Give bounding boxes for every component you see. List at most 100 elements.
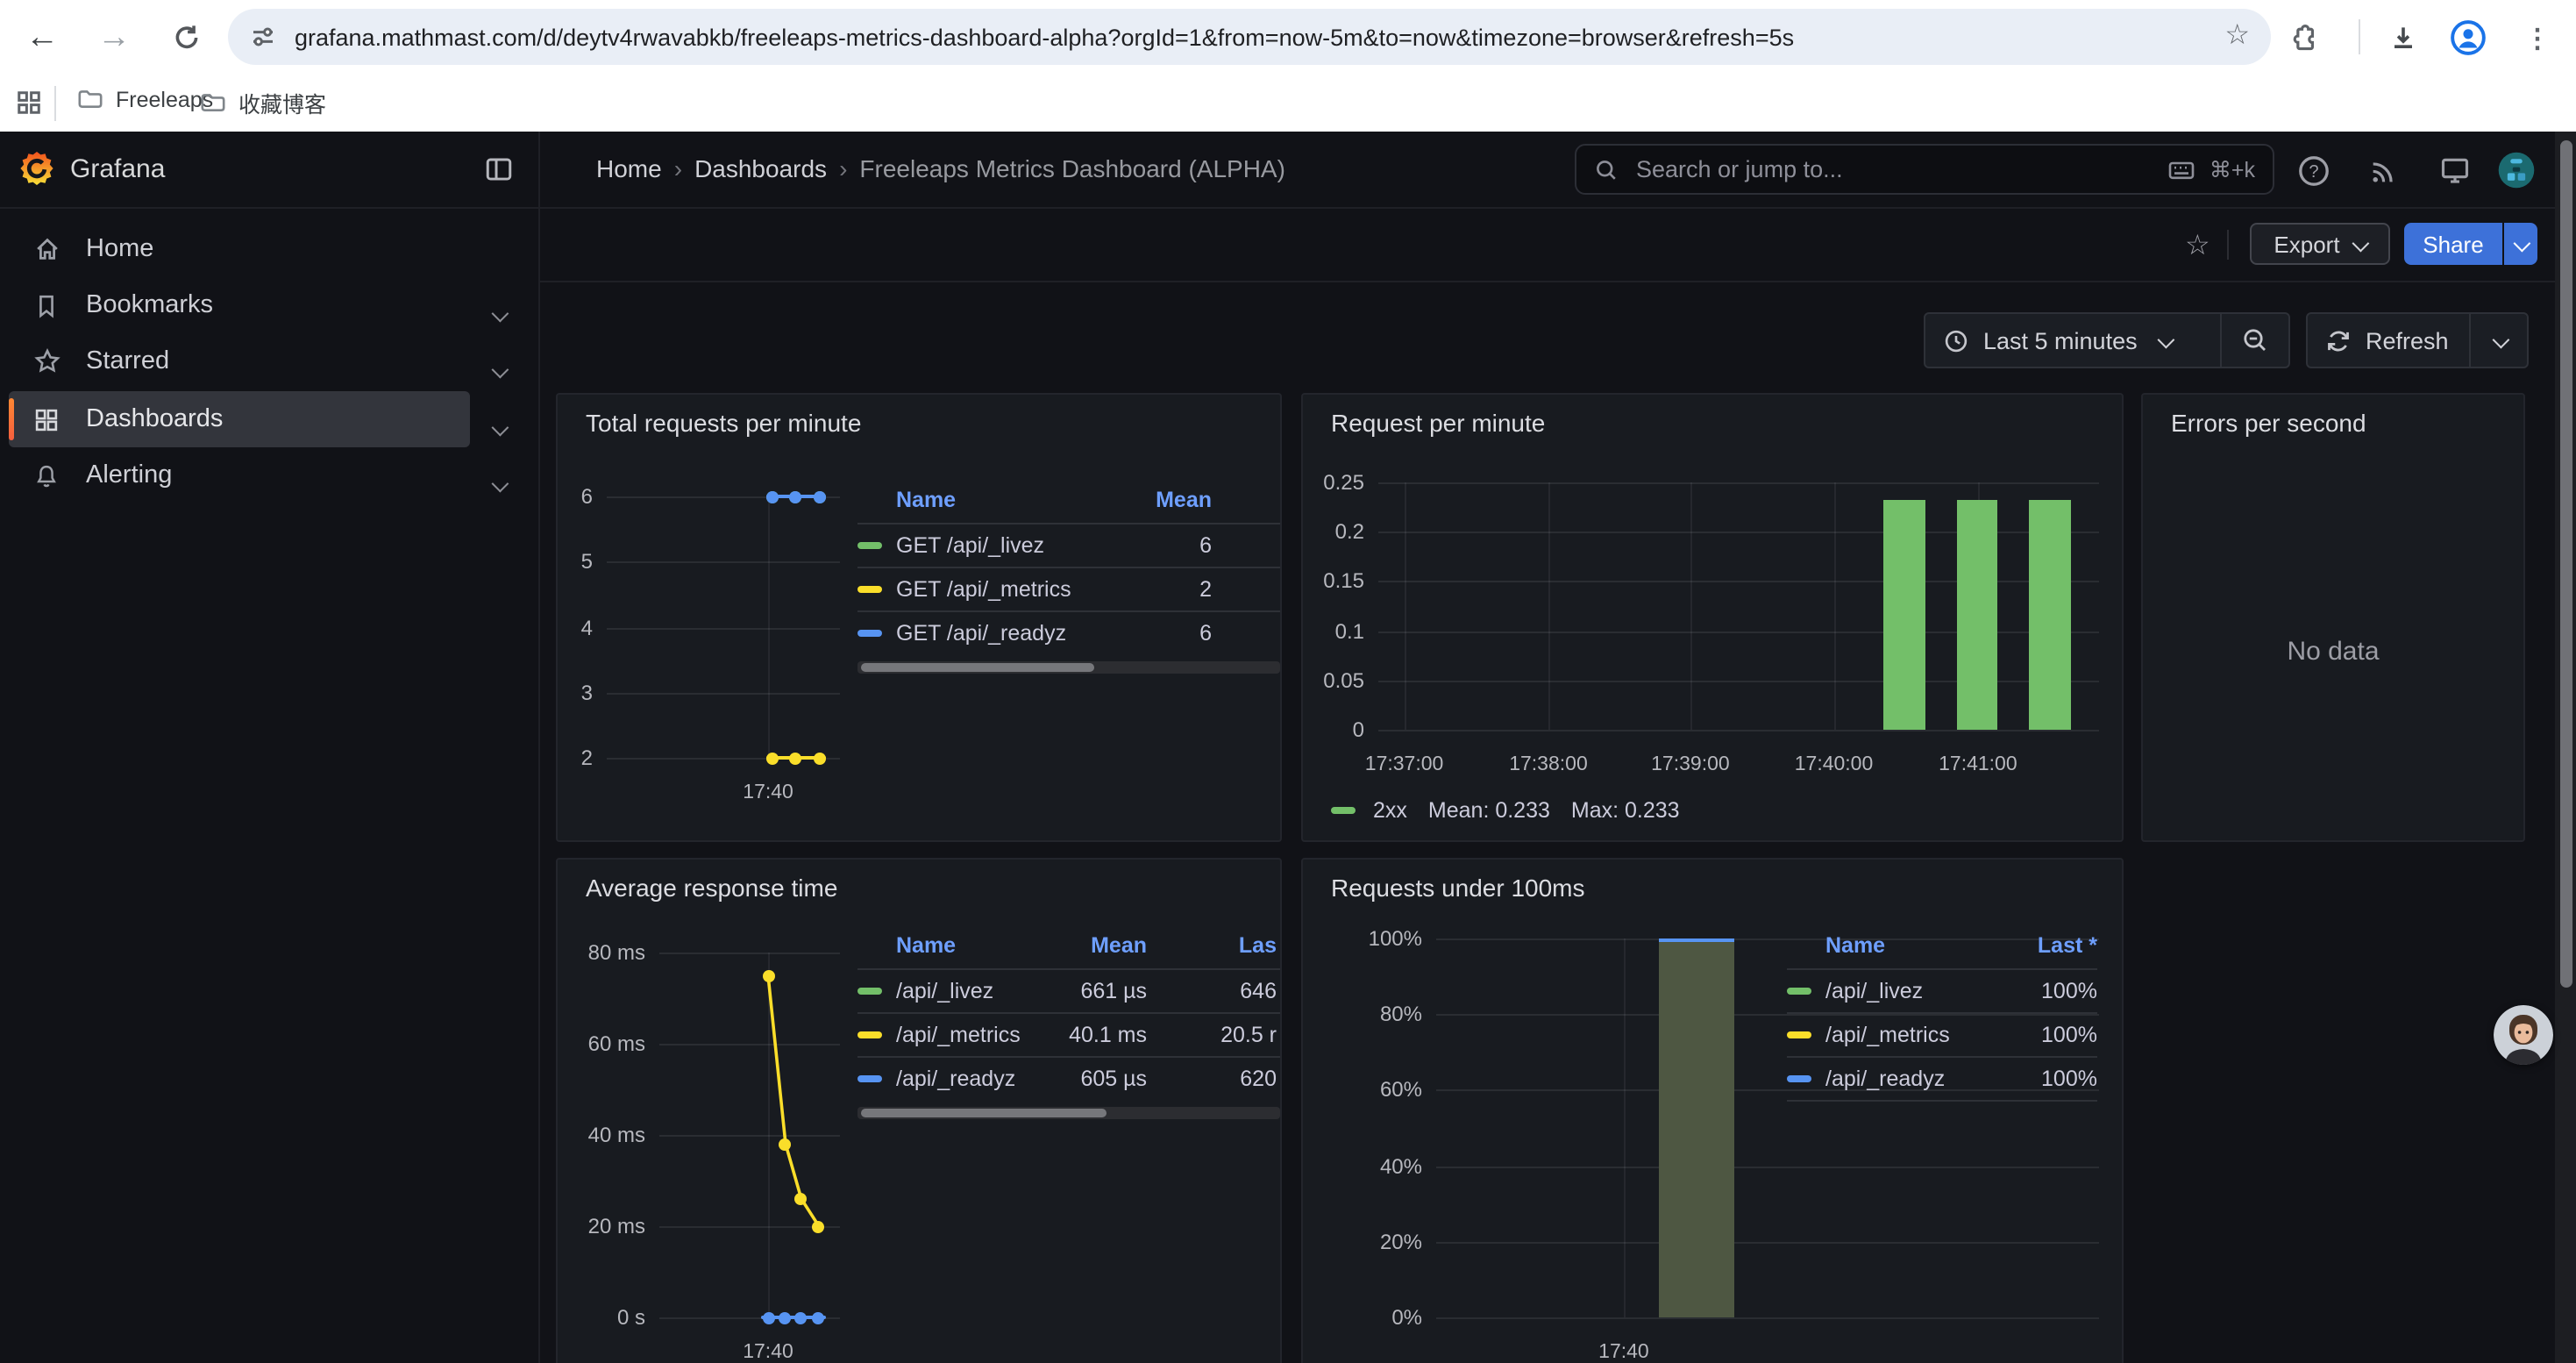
scrollbar-thumb[interactable] xyxy=(861,663,1093,672)
panel-title[interactable]: Average response time xyxy=(586,874,837,902)
browser-menu-icon[interactable]: ⋮ xyxy=(2518,0,2557,75)
legend-col-mean[interactable]: Mean xyxy=(1085,488,1212,512)
chevron-down-icon xyxy=(2157,331,2174,348)
breadcrumb-home[interactable]: Home xyxy=(596,154,662,182)
sidebar-toggle-icon[interactable] xyxy=(484,154,514,193)
apps-grid-icon[interactable] xyxy=(16,89,42,125)
bookmark-icon xyxy=(32,290,61,320)
chevron-down-icon[interactable] xyxy=(493,298,505,330)
series-name[interactable]: GET /api/_livez xyxy=(896,533,1085,558)
refresh-label: Refresh xyxy=(2366,327,2449,353)
share-button[interactable]: Share xyxy=(2404,223,2502,265)
legend-col-name[interactable]: Name xyxy=(1825,933,1999,958)
help-icon[interactable]: ? xyxy=(2294,151,2332,189)
legend-col-name[interactable]: Name xyxy=(896,933,1021,958)
sidebar-item-starred[interactable]: Starred xyxy=(9,333,470,389)
monitor-icon[interactable] xyxy=(2436,151,2474,189)
series-name[interactable]: GET /api/_metrics xyxy=(896,577,1085,602)
extensions-icon[interactable] xyxy=(2281,0,2323,75)
legend-scrollbar[interactable] xyxy=(857,1107,1280,1119)
panel-request-per-minute: Request per minute 0.250.20.150.10.050 1… xyxy=(1301,393,2124,842)
series-name[interactable]: /api/_livez xyxy=(896,979,1021,1003)
search-input[interactable] xyxy=(1633,154,2153,184)
bookmarks-divider xyxy=(54,86,56,121)
legend-row: GET /api/_readyz 6 xyxy=(857,610,1280,654)
series-name[interactable]: GET /api/_readyz xyxy=(896,621,1085,646)
bar-chart: 0.250.20.150.10.050 17:37:0017:38:0017:3… xyxy=(1303,482,2099,782)
floating-assistant-avatar[interactable] xyxy=(2494,1005,2553,1065)
legend-col-mean[interactable]: Mean xyxy=(1021,933,1147,958)
bookmark-star-icon[interactable]: ☆ xyxy=(2224,23,2250,51)
bookmark-label: 收藏博客 xyxy=(238,86,326,119)
series-name[interactable]: /api/_metrics xyxy=(1825,1023,1999,1047)
panel-title[interactable]: Total requests per minute xyxy=(586,409,861,437)
series-last: 620 xyxy=(1147,1067,1277,1091)
site-info-icon[interactable] xyxy=(249,23,277,51)
sidebar-item-alerting[interactable]: Alerting xyxy=(9,447,470,503)
user-avatar[interactable] xyxy=(2497,151,2536,189)
legend-scrollbar[interactable] xyxy=(857,661,1280,674)
legend-header: Name Mean Las xyxy=(857,923,1280,968)
chevron-down-icon[interactable] xyxy=(493,354,505,386)
folder-icon xyxy=(77,86,103,112)
breadcrumb-separator: › xyxy=(827,154,859,182)
legend-col-last[interactable]: Las xyxy=(1147,933,1277,958)
browser-profile-icon[interactable] xyxy=(2444,0,2490,75)
forward-icon[interactable]: → xyxy=(93,0,135,75)
series-name[interactable]: 2xx xyxy=(1373,798,1407,823)
sidebar-item-dashboards[interactable]: Dashboards xyxy=(9,391,470,447)
share-dropdown-button[interactable] xyxy=(2504,223,2537,265)
plot-area[interactable] xyxy=(1378,482,2099,730)
series-name[interactable]: /api/_metrics xyxy=(896,1023,1021,1047)
favorite-star-icon[interactable]: ☆ xyxy=(2185,228,2210,263)
grafana-logo[interactable] xyxy=(19,151,54,186)
legend-header: Name Last * xyxy=(1787,923,2097,968)
chevron-down-icon[interactable] xyxy=(493,412,505,444)
series-name[interactable]: /api/_readyz xyxy=(1825,1067,1999,1091)
url-input[interactable] xyxy=(295,24,2207,50)
series-name[interactable]: /api/_readyz xyxy=(896,1067,1021,1091)
series-name[interactable]: /api/_livez xyxy=(1825,979,1999,1003)
reload-icon[interactable] xyxy=(165,0,207,75)
plot-area[interactable] xyxy=(659,953,840,1317)
legend-row: GET /api/_metrics 2 xyxy=(857,567,1280,610)
page-scrollbar[interactable] xyxy=(2555,132,2576,1363)
panel-title[interactable]: Errors per second xyxy=(2171,409,2366,437)
legend-col-name[interactable]: Name xyxy=(896,488,1085,512)
refresh-group: Refresh xyxy=(2306,312,2529,368)
series-color-dash xyxy=(857,542,882,549)
series-last: 100% xyxy=(1999,1067,2097,1091)
y-axis-labels: 65432 xyxy=(558,496,593,758)
chevron-down-icon[interactable] xyxy=(493,468,505,500)
search-box[interactable]: ⌘+k xyxy=(1575,144,2274,195)
series-color-dash xyxy=(857,1075,882,1082)
line-chart: 80 ms60 ms40 ms20 ms0 s 17:40 xyxy=(558,953,840,1363)
scrollbar-thumb[interactable] xyxy=(2559,140,2572,988)
download-icon[interactable] xyxy=(2381,0,2423,75)
export-button[interactable]: Export xyxy=(2250,223,2390,265)
back-icon[interactable]: ← xyxy=(21,0,63,75)
panel-legend: Name Mean GET /api/_livez 6 GET /api/_me… xyxy=(857,477,1280,674)
bookmark-folder-freeleaps[interactable]: Freeleaps xyxy=(77,86,213,112)
plot-area[interactable] xyxy=(607,496,840,758)
refresh-button[interactable]: Refresh xyxy=(2308,314,2469,367)
breadcrumb-current: Freeleaps Metrics Dashboard (ALPHA) xyxy=(859,154,1285,182)
sidebar-item-label: Home xyxy=(86,235,153,263)
grafana-brand[interactable]: Grafana xyxy=(70,154,165,184)
time-range-picker[interactable]: Last 5 minutes xyxy=(1925,314,2220,367)
legend-col-last[interactable]: Last * xyxy=(1999,933,2097,958)
zoom-out-button[interactable] xyxy=(2220,314,2288,367)
panel-total-requests: Total requests per minute 65432 17:40 Na… xyxy=(556,393,1282,842)
breadcrumb-dashboards[interactable]: Dashboards xyxy=(694,154,827,182)
panel-title[interactable]: Requests under 100ms xyxy=(1331,874,1585,902)
sidebar-item-bookmarks[interactable]: Bookmarks xyxy=(9,277,470,333)
address-bar[interactable]: ☆ xyxy=(228,9,2271,65)
refresh-interval-dropdown[interactable] xyxy=(2469,314,2527,367)
scrollbar-thumb[interactable] xyxy=(861,1109,1107,1117)
star-icon xyxy=(32,346,61,376)
news-rss-icon[interactable] xyxy=(2364,151,2402,189)
sidebar-item-home[interactable]: Home xyxy=(9,221,470,277)
panel-title[interactable]: Request per minute xyxy=(1331,409,1545,437)
panel-legend: Name Last * /api/_livez 100% /api/_metri… xyxy=(1787,923,2097,1102)
bookmark-folder-blogs[interactable]: 收藏博客 xyxy=(200,86,326,119)
